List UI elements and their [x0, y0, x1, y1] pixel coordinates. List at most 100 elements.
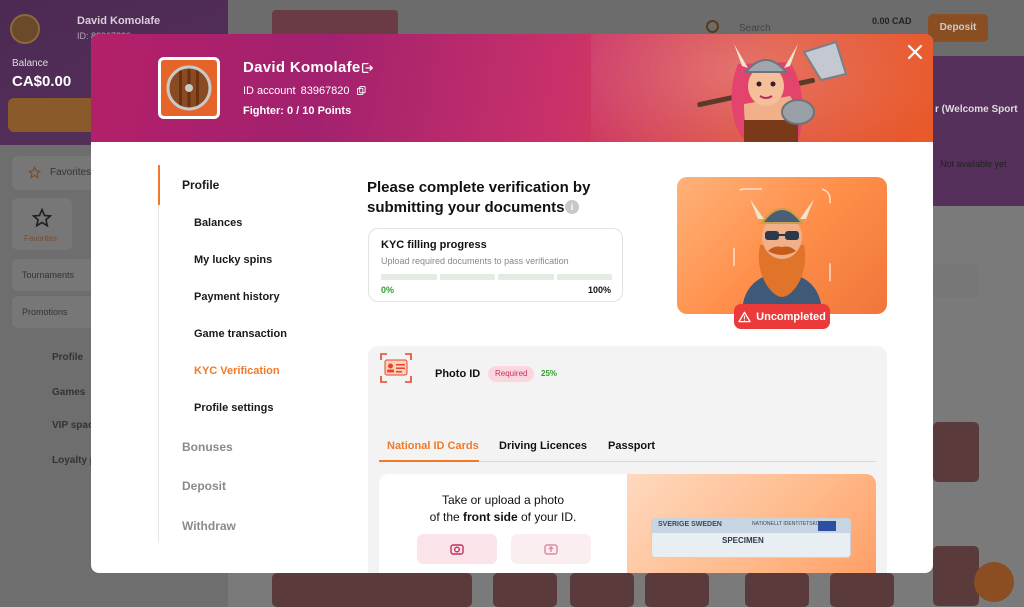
kyc-progress-max: 100% — [587, 285, 611, 295]
bg-deposit-button[interactable]: Deposit — [928, 14, 988, 42]
tab-national-id-cards[interactable]: National ID Cards — [387, 440, 479, 452]
kyc-progress-segment — [381, 274, 437, 280]
chat-button[interactable] — [974, 562, 1014, 602]
bg-game-tile[interactable] — [570, 573, 634, 607]
bg-bonus-title: r (Welcome Sport — [935, 104, 1018, 115]
nav-balances[interactable]: Balances — [194, 217, 242, 229]
upload-instructions: Take or upload a photo of the front side… — [379, 492, 627, 526]
bg-balance-value: CA$0.00 — [12, 73, 72, 90]
bg-username: David Komolafe — [77, 15, 161, 27]
bg-game-tile[interactable] — [272, 573, 472, 607]
kyc-progress-card: KYC filling progress Upload required doc… — [368, 228, 623, 302]
bg-game-tile[interactable] — [645, 573, 709, 607]
kyc-hero-card — [677, 177, 887, 314]
warning-icon — [738, 311, 751, 322]
nav-my-lucky-spins[interactable]: My lucky spins — [194, 254, 272, 266]
star-icon — [28, 166, 41, 179]
kyc-progress-segment — [556, 274, 612, 280]
upload-icon — [544, 544, 558, 555]
id-card-icon — [380, 353, 412, 383]
bg-favorites-tile[interactable]: Favorites — [12, 198, 72, 250]
bg-tournaments[interactable]: Tournaments — [12, 259, 102, 291]
tab-passport[interactable]: Passport — [608, 440, 655, 452]
star-icon — [32, 208, 52, 228]
id-card-heading: NATIONELLT IDENTITETSKORT — [752, 521, 827, 527]
tab-driving-licences[interactable]: Driving Licences — [499, 440, 587, 452]
upload-line-2-bold: front side — [463, 510, 518, 524]
bg-favorites-label: Favorites — [50, 167, 92, 178]
bg-nav-profile[interactable]: Profile — [52, 352, 83, 363]
bg-search-label: Search — [739, 23, 771, 34]
bg-nav-games[interactable]: Games — [52, 387, 85, 398]
id-card-country: SVERIGE SWEDEN — [658, 521, 722, 528]
kyc-progress-title: KYC filling progress — [381, 239, 487, 251]
avatar[interactable] — [158, 57, 220, 119]
bg-bonus-availability: Not available yet — [940, 159, 1007, 169]
bg-nav-vip[interactable]: VIP spac — [52, 420, 94, 431]
status-badge: Uncompleted — [734, 304, 830, 329]
bg-game-tile[interactable] — [493, 573, 557, 607]
nav-withdraw[interactable]: Withdraw — [182, 519, 236, 533]
bg-game-tile[interactable] — [745, 573, 809, 607]
upload-card: Take or upload a photo of the front side… — [379, 474, 876, 573]
upload-file-button[interactable] — [511, 534, 591, 564]
bg-bonus-panel — [933, 56, 1024, 206]
profile-modal: David Komolafe ID account 83967820 Fighte… — [91, 34, 933, 573]
nav-bonuses[interactable]: Bonuses — [182, 440, 233, 454]
status-badge-label: Uncompleted — [756, 310, 826, 323]
search-icon — [706, 20, 719, 33]
bg-dropdown[interactable] — [933, 264, 979, 298]
nav-profile[interactable]: Profile — [182, 178, 219, 192]
bg-game-tile[interactable] — [933, 546, 979, 606]
logout-icon[interactable] — [360, 61, 374, 75]
id-card-sample: SVERIGE SWEDEN NATIONELLT IDENTITETSKORT… — [651, 518, 851, 558]
nav-game-transaction[interactable]: Game transaction — [194, 328, 287, 340]
upload-line-1: Take or upload a photo — [441, 493, 565, 507]
close-icon[interactable] — [905, 42, 925, 62]
eu-flag-icon — [818, 521, 836, 531]
bg-avatar[interactable] — [10, 14, 40, 44]
nav-profile-settings[interactable]: Profile settings — [194, 402, 273, 414]
id-card-specimen: SPECIMEN — [722, 536, 764, 545]
viking-warrior-illustration — [697, 40, 848, 142]
nav-active-indicator — [158, 165, 160, 205]
photo-id-section: Photo ID Required 25% National ID Cards … — [368, 346, 887, 573]
nav-kyc-verification[interactable]: KYC Verification — [194, 365, 280, 377]
tab-active-underline — [379, 460, 479, 462]
id-example-preview: SVERIGE SWEDEN NATIONELLT IDENTITETSKORT… — [627, 474, 876, 573]
kyc-progress-segment — [439, 274, 495, 280]
account-id-label: ID account — [243, 85, 296, 97]
bg-header-balance: 0.00 CAD — [872, 16, 912, 26]
bg-game-tile[interactable] — [830, 573, 894, 607]
nav-deposit[interactable]: Deposit — [182, 479, 226, 493]
shield-avatar-icon — [166, 65, 212, 111]
bg-search[interactable]: Search — [706, 20, 771, 34]
required-badge: Required — [488, 366, 535, 382]
account-id-value: 83967820 — [300, 85, 350, 97]
upload-line-2-post: of your ID. — [517, 510, 577, 524]
bg-nav-loyalty[interactable]: Loyalty p — [52, 455, 96, 466]
photo-id-percent: 25% — [541, 369, 558, 378]
kyc-progress-bar — [381, 274, 612, 280]
bg-promotions[interactable]: Promotions — [12, 296, 102, 328]
kyc-progress-min: 0% — [381, 285, 395, 295]
copy-icon[interactable] — [356, 86, 366, 95]
profile-name: David Komolafe — [243, 59, 361, 76]
bg-favorites-tile-label: Favorites — [24, 234, 57, 243]
photo-id-title: Photo ID — [435, 368, 481, 380]
nav-payment-history[interactable]: Payment history — [194, 291, 280, 303]
bg-balance-label: Balance — [12, 58, 49, 69]
upload-line-2-pre: of the — [429, 510, 463, 524]
kyc-progress-segment — [498, 274, 554, 280]
take-photo-button[interactable] — [417, 534, 497, 564]
info-icon[interactable]: i — [565, 200, 579, 214]
camera-icon — [450, 544, 464, 555]
profile-nav: Profile Balances My lucky spins Payment … — [158, 165, 323, 543]
kyc-progress-subtitle: Upload required documents to pass verifi… — [381, 256, 569, 266]
bg-game-tile[interactable] — [933, 422, 979, 482]
document-type-tabs: National ID Cards Driving Licences Passp… — [379, 436, 876, 462]
account-id-row: ID account 83967820 — [243, 85, 366, 97]
nav-divider — [158, 205, 159, 543]
viking-selfie-illustration — [733, 188, 831, 314]
fighter-points: Fighter: 0 / 10 Points — [243, 105, 352, 117]
